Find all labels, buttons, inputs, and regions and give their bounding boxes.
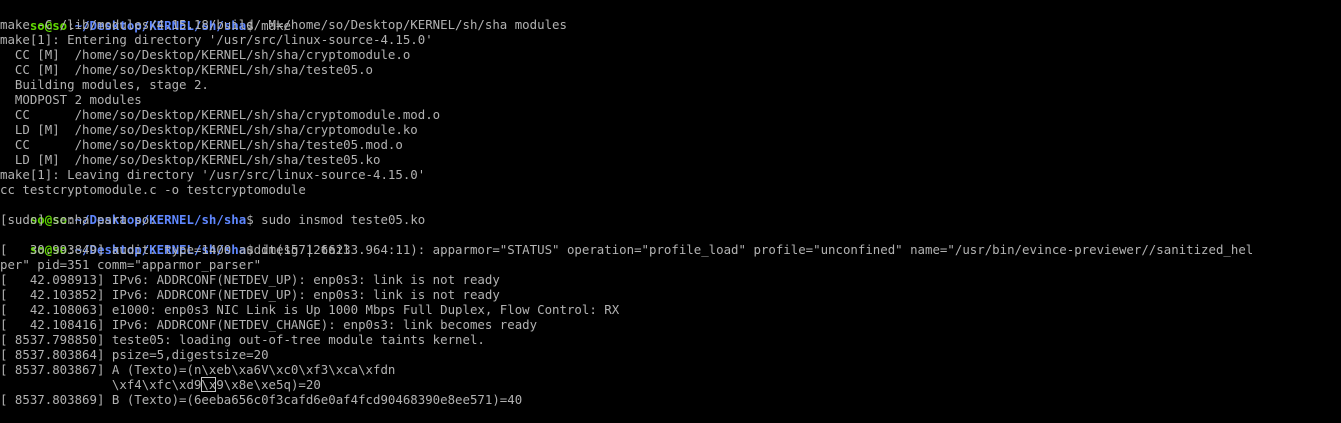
command-insmod: sudo insmod teste05.ko bbox=[261, 212, 426, 227]
output-line: CC [M] /home/so/Desktop/KERNEL/sh/sha/te… bbox=[0, 62, 373, 77]
hash-b-line: [ 8537.803869] B (Texto)=(6eeba656c0f3ca… bbox=[0, 392, 523, 407]
dmesg-line: [ 8537.803864] psize=5,digestsize=20 bbox=[0, 347, 269, 362]
prompt-line: so@so:~/Desktop/KERNEL/sh/sha$ sudo insm… bbox=[0, 197, 425, 227]
output-line: make -C /lib/modules/4.15.18/build/ M=/h… bbox=[0, 17, 567, 32]
output-line: MODPOST 2 modules bbox=[0, 92, 142, 107]
output-line: LD [M] /home/so/Desktop/KERNEL/sh/sha/cr… bbox=[0, 122, 418, 137]
sudo-password-prompt: [sudo] senha para so: bbox=[0, 212, 157, 227]
prompt-line: so@so:~/Desktop/KERNEL/sh/sha$ dmesg | t… bbox=[0, 227, 351, 257]
prompt-line: so@so:~/Desktop/KERNEL/sh/sha$ make bbox=[0, 3, 291, 33]
hash-a-text: \xf4\xfc\xd9 bbox=[0, 377, 202, 392]
text-selection-box[interactable]: \x bbox=[201, 377, 217, 392]
dmesg-line: [ 42.108416] IPv6: ADDRCONF(NETDEV_CHANG… bbox=[0, 317, 538, 332]
current-prompt-line[interactable]: so@so:~/Desktop/KERNEL/sh/sha$ bbox=[0, 407, 270, 423]
hash-a-line: [ 8537.803867] A (Texto)=(n\xeb\xa6V\xc0… bbox=[0, 362, 396, 377]
terminal-window[interactable]: so@so:~/Desktop/KERNEL/sh/sha$ make make… bbox=[0, 0, 1341, 423]
hash-a-text: 9\x8e\xe5q)=20 bbox=[216, 377, 321, 392]
dmesg-line: [ 8537.798850] teste05: loading out-of-t… bbox=[0, 332, 485, 347]
output-line: LD [M] /home/so/Desktop/KERNEL/sh/sha/te… bbox=[0, 152, 381, 167]
output-line: make[1]: Entering directory '/usr/src/li… bbox=[0, 32, 433, 47]
dmesg-line: per" pid=351 comm="apparmor_parser" bbox=[0, 257, 262, 272]
hash-a-continuation: \xf4\xfc\xd9\x9\x8e\xe5q)=20 bbox=[0, 377, 321, 392]
output-line: CC [M] /home/so/Desktop/KERNEL/sh/sha/cr… bbox=[0, 47, 411, 62]
dmesg-line: [ 42.098913] IPv6: ADDRCONF(NETDEV_UP): … bbox=[0, 272, 500, 287]
output-line: cc testcryptomodule.c -o testcryptomodul… bbox=[0, 182, 306, 197]
dmesg-line: [ 42.108063] e1000: enp0s3 NIC Link is U… bbox=[0, 302, 620, 317]
output-line: CC /home/so/Desktop/KERNEL/sh/sha/crypto… bbox=[0, 107, 441, 122]
output-line: Building modules, stage 2. bbox=[0, 77, 209, 92]
prompt-symbol: $ bbox=[246, 212, 262, 227]
output-line: make[1]: Leaving directory '/usr/src/lin… bbox=[0, 167, 426, 182]
dmesg-line: [ 42.103852] IPv6: ADDRCONF(NETDEV_UP): … bbox=[0, 287, 500, 302]
dmesg-line: [ 30.993849] audit: type=1400 audit(1571… bbox=[0, 242, 1254, 257]
output-line: CC /home/so/Desktop/KERNEL/sh/sha/teste0… bbox=[0, 137, 403, 152]
